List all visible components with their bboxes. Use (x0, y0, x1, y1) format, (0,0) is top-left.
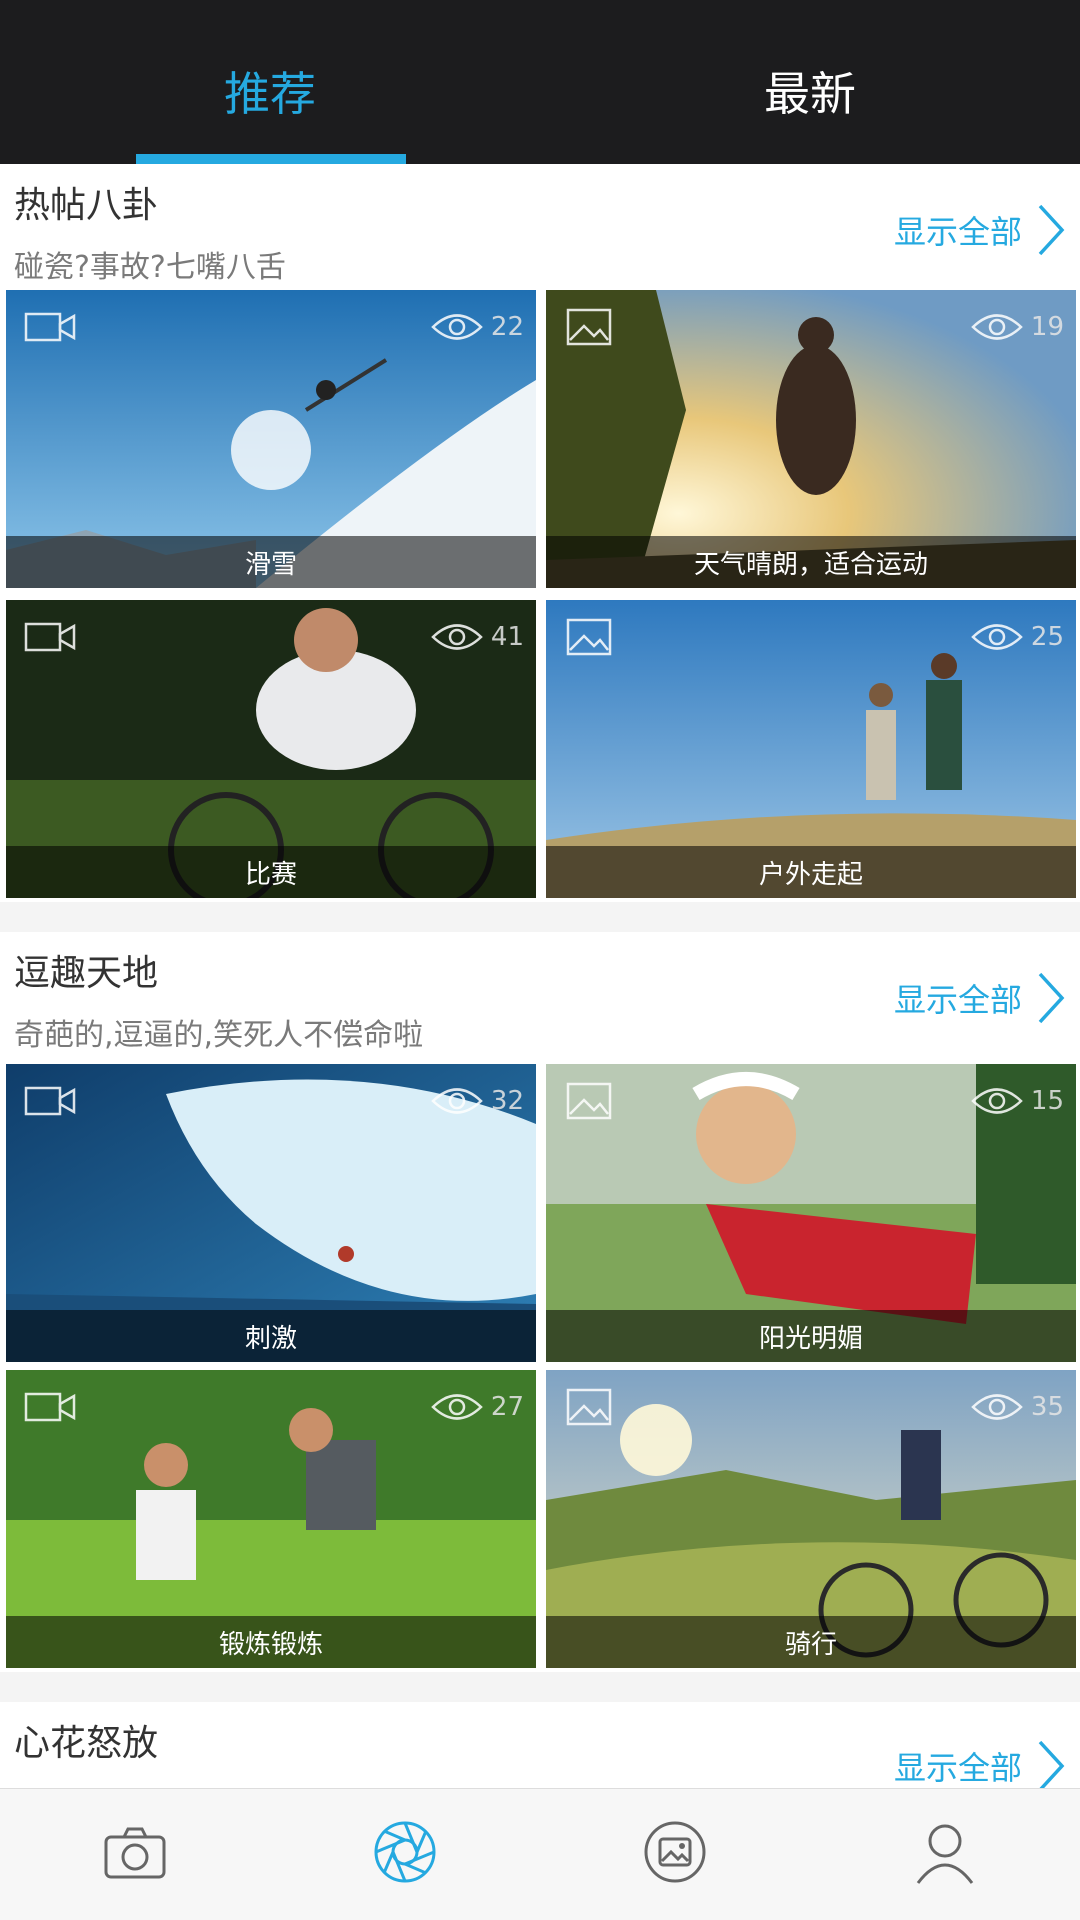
chevron-right-icon (1038, 972, 1065, 1024)
section-title: 心花怒放 (14, 1723, 159, 1764)
views-number: 27 (490, 1392, 524, 1422)
view-count: 19 (971, 310, 1064, 344)
post-caption: 骑行 (784, 1629, 837, 1660)
post-card[interactable]: 27 锻炼锻炼 (6, 1370, 536, 1668)
active-tab-indicator (136, 154, 406, 164)
view-count: 25 (971, 620, 1064, 654)
video-icon (24, 1086, 76, 1116)
view-count: 22 (431, 310, 524, 344)
post-card[interactable]: 19 天气晴朗，适合运动 (546, 290, 1076, 588)
caption-bar: 阳光明媚 (546, 1310, 1076, 1362)
section-title: 逗趣天地 (14, 953, 159, 994)
views-number: 25 (1030, 622, 1064, 652)
image-icon (566, 308, 612, 346)
post-card[interactable]: 32 刺激 (6, 1064, 536, 1362)
image-icon (566, 618, 612, 656)
section-subtitle: 奇葩的,逗逼的,笑死人不偿命啦 (14, 1018, 424, 1053)
profile-icon[interactable] (910, 1817, 980, 1887)
post-caption: 锻炼锻炼 (218, 1629, 323, 1660)
caption-bar: 刺激 (6, 1310, 536, 1362)
post-card[interactable]: 25 户外走起 (546, 600, 1076, 898)
post-card[interactable]: 35 骑行 (546, 1370, 1076, 1668)
view-count: 41 (431, 620, 524, 654)
show-all-button[interactable]: 显示全部 (894, 970, 1066, 1026)
post-caption: 户外走起 (758, 859, 863, 890)
post-card[interactable]: 22 滑雪 (6, 290, 536, 588)
views-number: 22 (490, 312, 524, 342)
views-number: 15 (1030, 1086, 1064, 1116)
post-caption: 阳光明媚 (758, 1323, 863, 1354)
bottom-navigation (0, 1788, 1080, 1920)
show-all-button[interactable]: 显示全部 (894, 202, 1066, 258)
eye-icon (971, 624, 1023, 650)
show-all-button[interactable]: 显示全部 (894, 1738, 1066, 1794)
post-card[interactable]: 41 比赛 (6, 600, 536, 898)
view-count: 35 (971, 1390, 1064, 1424)
section-hot-gossip: 热帖八卦 碰瓷?事故?七嘴八舌 显示全部 22 滑雪 19 天气晴朗，适合运动 … (0, 164, 1080, 902)
eye-icon (431, 314, 483, 340)
section-subtitle: 碰瓷?事故?七嘴八舌 (14, 250, 286, 285)
post-caption: 比赛 (244, 859, 297, 890)
views-number: 35 (1030, 1392, 1064, 1422)
eye-icon (431, 1394, 483, 1420)
eye-icon (971, 1088, 1023, 1114)
post-caption: 刺激 (244, 1323, 297, 1354)
video-icon (24, 312, 76, 342)
view-count: 32 (431, 1084, 524, 1118)
eye-icon (431, 624, 483, 650)
eye-icon (971, 314, 1023, 340)
show-all-label: 显示全部 (893, 213, 1022, 251)
section-title: 热帖八卦 (14, 185, 159, 226)
chevron-right-icon (1038, 1740, 1065, 1792)
view-count: 15 (971, 1084, 1064, 1118)
image-icon (566, 1082, 612, 1120)
view-count: 27 (431, 1390, 524, 1424)
app-screen: 推荐 最新 热帖八卦 碰瓷?事故?七嘴八舌 显示全部 22 滑雪 19 天气晴朗… (0, 0, 1080, 1920)
views-number: 19 (1030, 312, 1064, 342)
caption-bar: 户外走起 (546, 846, 1076, 898)
caption-bar: 骑行 (546, 1616, 1076, 1668)
tab-latest[interactable]: 最新 (540, 58, 1080, 124)
image-icon (566, 1388, 612, 1426)
aperture-icon[interactable] (370, 1817, 440, 1887)
video-icon (24, 622, 76, 652)
post-caption: 滑雪 (244, 549, 297, 580)
caption-bar: 滑雪 (6, 536, 536, 588)
section-joyful: 心花怒放 显示全部 (0, 1702, 1080, 1792)
views-number: 32 (490, 1086, 524, 1116)
eye-icon (971, 1394, 1023, 1420)
show-all-label: 显示全部 (893, 981, 1022, 1019)
gallery-icon[interactable] (640, 1817, 710, 1887)
caption-bar: 天气晴朗，适合运动 (546, 536, 1076, 588)
views-number: 41 (490, 622, 524, 652)
video-icon (24, 1392, 76, 1422)
camera-icon[interactable] (100, 1817, 170, 1887)
section-fun-world: 逗趣天地 奇葩的,逗逼的,笑死人不偿命啦 显示全部 32 刺激 15 阳光明媚 … (0, 932, 1080, 1672)
post-card[interactable]: 15 阳光明媚 (546, 1064, 1076, 1362)
post-caption: 天气晴朗，适合运动 (693, 549, 928, 580)
top-tab-bar: 推荐 最新 (0, 0, 1080, 164)
caption-bar: 比赛 (6, 846, 536, 898)
tab-recommended[interactable]: 推荐 (0, 58, 540, 124)
show-all-label: 显示全部 (893, 1749, 1022, 1787)
eye-icon (431, 1088, 483, 1114)
caption-bar: 锻炼锻炼 (6, 1616, 536, 1668)
chevron-right-icon (1038, 204, 1065, 256)
